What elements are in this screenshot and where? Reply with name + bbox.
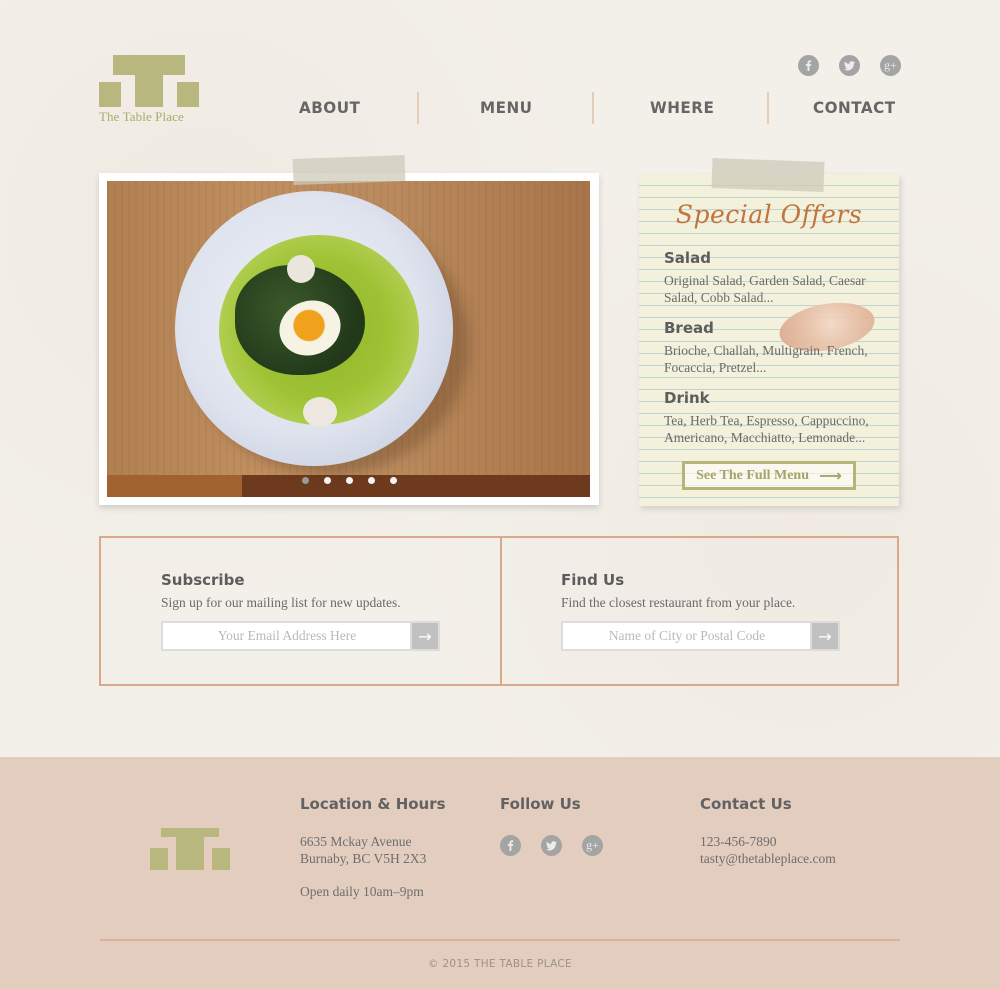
slider-dot-2[interactable] <box>324 477 331 484</box>
see-full-menu-label: See The Full Menu <box>696 467 809 483</box>
address-line-2: Burnaby, BC V5H 2X3 <box>300 851 427 866</box>
logo-mark-right <box>177 82 199 107</box>
tape-decoration <box>292 155 406 185</box>
copyright: © 2015 THE TABLE PLACE <box>428 958 572 970</box>
google-plus-icon[interactable]: g+ <box>880 55 901 76</box>
google-plus-glyph: g+ <box>884 58 897 72</box>
offer-heading-salad: Salad <box>664 249 711 267</box>
main-nav: ABOUT MENU WHERE CONTACT <box>242 92 942 124</box>
find-us-section: Find Us Find the closest restaurant from… <box>501 538 899 684</box>
google-plus-glyph: g+ <box>586 838 599 852</box>
footer-social-links: g+ <box>500 835 603 856</box>
google-plus-icon[interactable]: g+ <box>582 835 603 856</box>
slider-dot-5[interactable] <box>390 477 397 484</box>
logo-mark-left <box>99 82 121 107</box>
location-search-input[interactable] <box>561 621 811 651</box>
subscribe-description: Sign up for our mailing list for new upd… <box>161 595 401 610</box>
arrow-right-icon: → <box>818 626 832 646</box>
slider-pagination <box>302 477 397 484</box>
nav-divider <box>592 92 594 124</box>
footer: Location & Hours 6635 Mckay Avenue Burna… <box>0 757 1000 989</box>
hero-image <box>107 181 590 497</box>
slider-dot-1[interactable] <box>302 477 309 484</box>
logo-mark-stem <box>135 55 163 107</box>
nav-about[interactable]: ABOUT <box>299 98 360 117</box>
offer-heading-drink: Drink <box>664 389 710 407</box>
facebook-icon[interactable] <box>798 55 819 76</box>
offer-text-salad: Original Salad, Garden Salad, Caesar Sal… <box>664 273 866 305</box>
contact-us-heading: Contact Us <box>700 795 792 813</box>
arrow-right-icon: ⟶ <box>818 466 842 485</box>
offer-heading-bread: Bread <box>664 319 714 337</box>
logo-mark-stem <box>176 828 204 870</box>
twitter-icon[interactable] <box>839 55 860 76</box>
special-offers-card: Special Offers Salad Original Salad, Gar… <box>639 174 899 506</box>
follow-us-heading: Follow Us <box>500 795 581 813</box>
nav-where[interactable]: WHERE <box>650 98 714 117</box>
logo[interactable]: The Table Place <box>99 55 199 125</box>
action-boxes: Subscribe Sign up for our mailing list f… <box>99 536 899 686</box>
find-us-submit-button[interactable]: → <box>810 621 840 651</box>
nav-menu[interactable]: MENU <box>480 98 532 117</box>
address-line-1: 6635 Mckay Avenue <box>300 834 412 849</box>
nav-divider <box>417 92 419 124</box>
offer-text-bread: Brioche, Challah, Multigrain, French, Fo… <box>664 342 868 376</box>
hero-slider <box>99 173 599 505</box>
subscribe-heading: Subscribe <box>161 571 245 589</box>
logo-mark-left <box>150 848 168 870</box>
arrow-right-icon: → <box>418 626 432 646</box>
header-social-links: g+ <box>798 55 901 76</box>
twitter-icon[interactable] <box>541 835 562 856</box>
facebook-icon[interactable] <box>500 835 521 856</box>
contact-phone[interactable]: 123-456-7890 <box>700 833 777 850</box>
slider-dot-4[interactable] <box>368 477 375 484</box>
photo-cream <box>303 397 337 427</box>
contact-email[interactable]: tasty@thetableplace.com <box>700 850 836 867</box>
offer-text-drink: Tea, Herb Tea, Espresso, Cappuccino, Ame… <box>664 413 869 445</box>
email-input[interactable] <box>161 621 411 651</box>
subscribe-section: Subscribe Sign up for our mailing list f… <box>101 538 499 684</box>
find-us-description: Find the closest restaurant from your pl… <box>561 595 796 610</box>
footer-logo[interactable] <box>150 828 230 870</box>
tape-decoration <box>711 158 825 192</box>
subscribe-submit-button[interactable]: → <box>410 621 440 651</box>
slider-dot-3[interactable] <box>346 477 353 484</box>
find-us-heading: Find Us <box>561 571 625 589</box>
logo-text: The Table Place <box>99 109 184 124</box>
special-offers-title: Special Offers <box>675 200 863 229</box>
footer-divider <box>100 939 900 941</box>
see-full-menu-button[interactable]: See The Full Menu ⟶ <box>682 461 856 490</box>
photo-cream <box>287 255 315 283</box>
opening-hours: Open daily 10am–9pm <box>300 884 424 899</box>
nav-divider <box>767 92 769 124</box>
location-hours-heading: Location & Hours <box>300 795 446 813</box>
logo-mark-right <box>212 848 230 870</box>
offer-text-bread-content: Brioche, Challah, Multigrain, French, Fo… <box>664 343 868 375</box>
nav-contact[interactable]: CONTACT <box>813 98 896 117</box>
